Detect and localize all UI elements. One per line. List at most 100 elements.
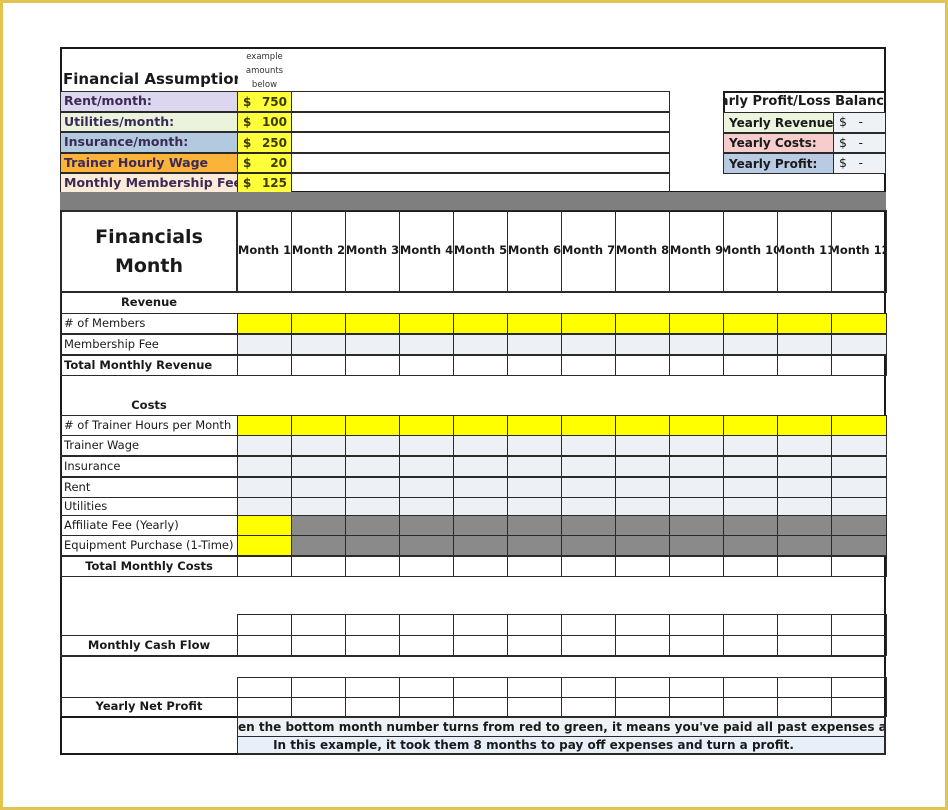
revenue-header: Revenue: [120, 295, 178, 310]
assumption-value-input[interactable]: $20: [237, 153, 292, 173]
cash-flow-label: Monthly Cash Flow: [60, 635, 238, 656]
spacer-cell: [345, 614, 400, 636]
cost-cell: [237, 456, 292, 477]
cost-cell: [291, 456, 346, 477]
cost-row-label: Rent: [60, 477, 238, 498]
cost-cell[interactable]: [345, 415, 400, 436]
revenue-cell: [615, 334, 670, 355]
section-divider-band: [60, 192, 886, 211]
dollar-sign: $: [839, 114, 847, 130]
example-amounts-note: example amounts below: [237, 47, 292, 92]
cost-cell[interactable]: [723, 415, 778, 436]
total-costs-cell: [561, 556, 616, 577]
cost-cell[interactable]: [777, 415, 832, 436]
dollar-sign: $: [243, 156, 252, 170]
cost-cell[interactable]: [453, 415, 508, 436]
cost-cell[interactable]: [615, 415, 670, 436]
costs-header: Costs: [131, 398, 167, 413]
cost-cell: [399, 497, 454, 516]
row-divider: [60, 576, 886, 577]
month-header: Month 8: [615, 210, 670, 293]
cost-cell: [291, 535, 346, 556]
revenue-row-label: # of Members: [60, 313, 238, 334]
revenue-cell[interactable]: [777, 313, 832, 334]
yearly-amount: -: [858, 134, 863, 150]
cost-row-label: Equipment Purchase (1-Time): [60, 535, 238, 556]
cost-cell[interactable]: [507, 415, 562, 436]
assumption-empty-cell[interactable]: [291, 132, 670, 153]
cost-cell[interactable]: [561, 415, 616, 436]
cash-flow-cell: [615, 635, 670, 656]
cost-cell: [291, 515, 346, 536]
cost-cell[interactable]: [237, 535, 292, 556]
month-header: Month 1: [237, 210, 292, 293]
revenue-cell: [723, 355, 778, 376]
cost-cell[interactable]: [237, 415, 292, 436]
cost-cell: [777, 497, 832, 516]
cost-cell: [561, 535, 616, 556]
assumption-value-input[interactable]: $100: [237, 112, 292, 132]
cost-row-label: Trainer Wage: [60, 435, 238, 456]
revenue-cell: [831, 355, 887, 376]
revenue-cell: [453, 355, 508, 376]
cost-cell: [777, 477, 832, 498]
revenue-cell[interactable]: [561, 313, 616, 334]
cost-cell[interactable]: [669, 415, 724, 436]
revenue-row-label: Membership Fee: [60, 334, 238, 355]
revenue-cell[interactable]: [669, 313, 724, 334]
revenue-cell: [291, 334, 346, 355]
cost-cell: [831, 477, 887, 498]
financials-title: Financials Month: [60, 210, 238, 293]
spacer-cell: [669, 677, 724, 698]
cost-cell: [615, 515, 670, 536]
revenue-cell[interactable]: [345, 313, 400, 334]
spacer-cell: [453, 614, 508, 636]
cost-cell: [777, 435, 832, 456]
cash-flow-cell: [507, 635, 562, 656]
revenue-cell[interactable]: [723, 313, 778, 334]
cost-cell: [399, 477, 454, 498]
assumption-empty-cell[interactable]: [291, 153, 670, 173]
revenue-cell[interactable]: [453, 313, 508, 334]
cost-cell[interactable]: [291, 415, 346, 436]
assumption-label: Trainer Hourly Wage: [60, 153, 238, 173]
total-costs-cell: [291, 556, 346, 577]
cost-cell: [561, 477, 616, 498]
cost-cell: [453, 535, 508, 556]
assumption-label: Insurance/month:: [60, 132, 238, 153]
month-header: Month 11: [777, 210, 832, 293]
revenue-cell[interactable]: [291, 313, 346, 334]
cost-cell: [507, 435, 562, 456]
total-costs-cell: [399, 556, 454, 577]
assumption-value-input[interactable]: $250: [237, 132, 292, 153]
revenue-cell: [291, 355, 346, 376]
cost-cell: [669, 456, 724, 477]
assumption-empty-cell[interactable]: [291, 173, 670, 193]
revenue-cell[interactable]: [399, 313, 454, 334]
cost-cell[interactable]: [831, 415, 887, 436]
revenue-cell[interactable]: [507, 313, 562, 334]
revenue-cell[interactable]: [615, 313, 670, 334]
cost-cell: [237, 435, 292, 456]
cost-cell: [615, 497, 670, 516]
cost-cell: [669, 497, 724, 516]
cost-cell[interactable]: [237, 515, 292, 536]
cost-cell[interactable]: [399, 415, 454, 436]
spacer-cell: [831, 614, 887, 636]
cost-cell: [669, 435, 724, 456]
revenue-cell[interactable]: [237, 313, 292, 334]
cost-cell: [237, 497, 292, 516]
assumption-value-input[interactable]: $125: [237, 173, 292, 193]
cost-cell: [615, 456, 670, 477]
cost-cell: [237, 477, 292, 498]
assumption-empty-cell[interactable]: [291, 112, 670, 132]
cost-cell: [399, 515, 454, 536]
yearly-value: $ -: [833, 112, 886, 133]
total-costs-cell: [237, 556, 292, 577]
revenue-cell[interactable]: [831, 313, 887, 334]
assumption-value-input[interactable]: $750: [237, 91, 292, 112]
yearly-balance-title: Yearly Profit/Loss Balanc: [723, 94, 884, 109]
cost-cell: [399, 435, 454, 456]
cost-row-label: Insurance: [60, 456, 238, 477]
assumption-empty-cell[interactable]: [291, 91, 670, 112]
